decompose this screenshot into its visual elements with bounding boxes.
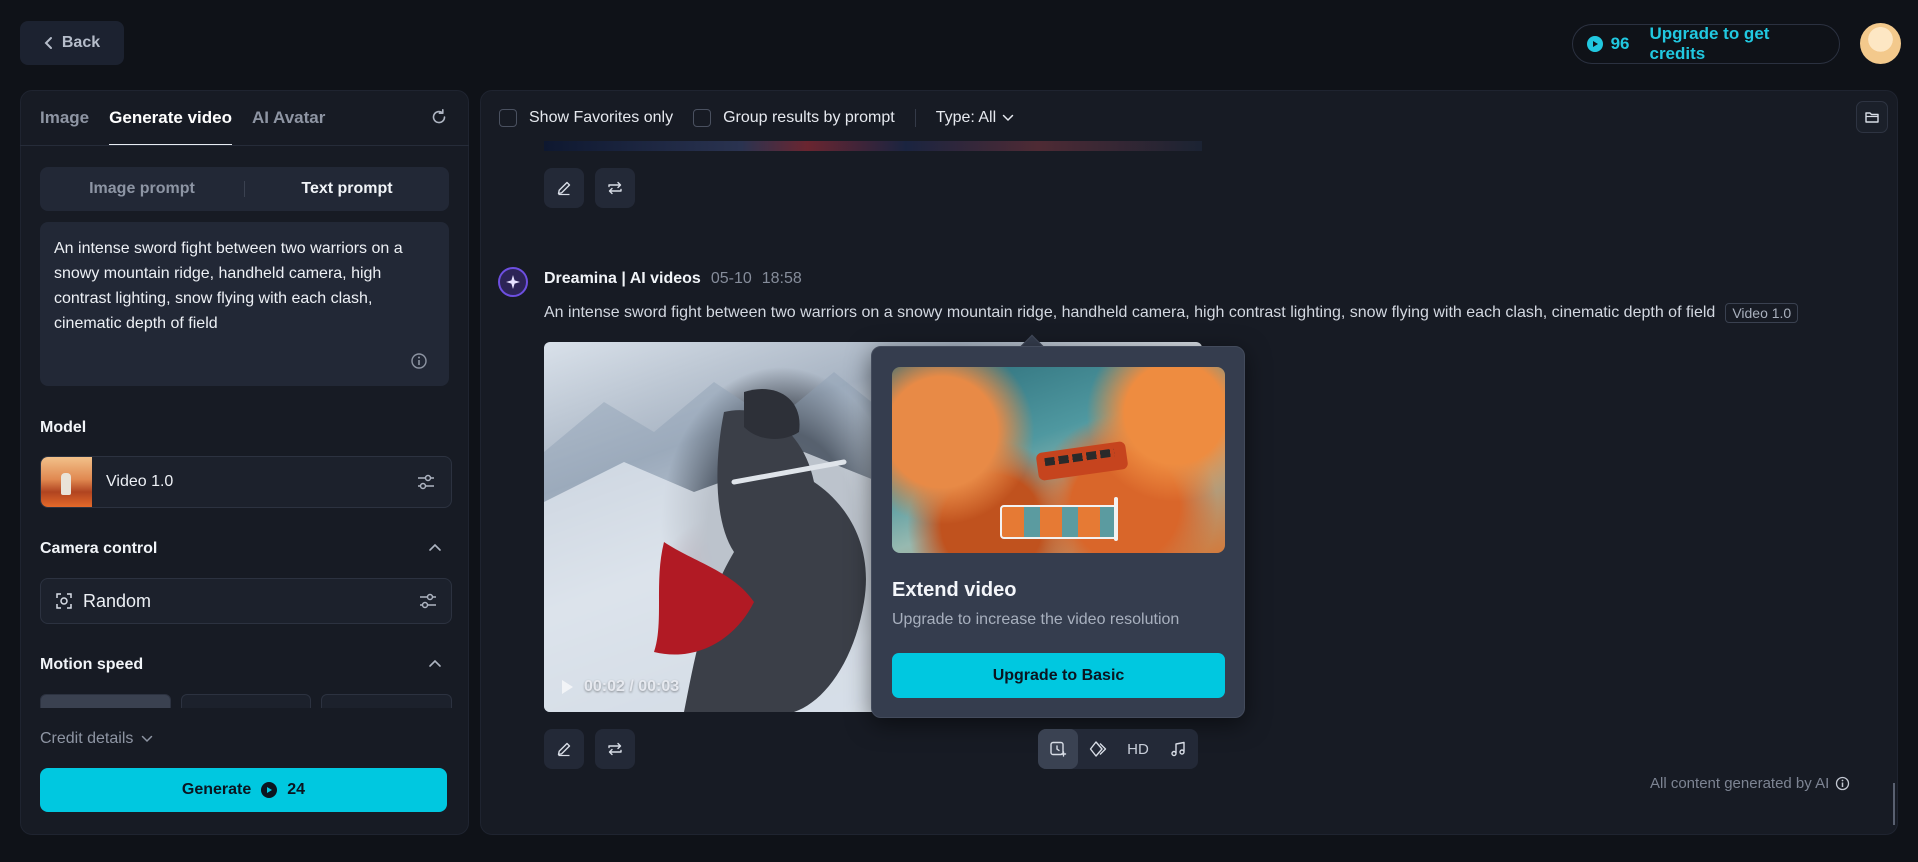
model-name: Video 1.0 (106, 473, 174, 490)
edit-button[interactable] (544, 168, 584, 208)
tab-image[interactable]: Image (40, 100, 89, 146)
popup-subtitle: Upgrade to increase the video resolution (892, 611, 1180, 628)
result-prompt-text: An intense sword fight between two warri… (544, 304, 1716, 321)
group-checkbox[interactable] (693, 109, 712, 127)
popup-title: Extend video (892, 579, 1017, 601)
filter-bar: Show Favorites only Group results by pro… (499, 106, 1014, 130)
info-icon[interactable] (410, 352, 428, 370)
edit-button[interactable] (544, 729, 584, 769)
favorites-checkbox[interactable] (499, 109, 517, 127)
result-date: 05-10 (710, 270, 752, 287)
add-audio-button[interactable] (1158, 729, 1198, 769)
extend-video-popup: Extend video Upgrade to increase the vid… (871, 346, 1245, 718)
extend-clock-icon (1049, 740, 1067, 758)
music-note-icon (1170, 741, 1186, 757)
filter-divider (914, 109, 916, 127)
play-icon[interactable] (560, 679, 574, 695)
video-actions (544, 729, 635, 769)
credit-coin-icon (1587, 36, 1603, 52)
generate-cost: 24 (287, 781, 306, 798)
tab-divider (20, 145, 469, 146)
model-selector[interactable]: Video 1.0 (40, 456, 452, 508)
mode-tabs: Image Generate video AI Avatar (40, 100, 325, 146)
prompt-input[interactable]: An intense sword fight between two warri… (40, 222, 449, 386)
model-tag: Video 1.0 (1725, 303, 1799, 323)
train-illustration (1035, 440, 1129, 482)
result-meta: Dreamina | AI videos 05-10 18:58 (544, 270, 802, 288)
credits-pill[interactable]: 96 Upgrade to get credits (1572, 24, 1840, 64)
chevron-up-icon[interactable] (428, 659, 442, 669)
sliders-icon[interactable] (417, 474, 435, 490)
folder-icon (1865, 111, 1879, 123)
tab-ai-avatar[interactable]: AI Avatar (252, 100, 325, 146)
video-controls: 00:02 / 00:03 (560, 678, 679, 696)
generate-label: Generate (181, 781, 252, 798)
back-button[interactable]: Back (20, 21, 124, 65)
previous-video-thumbnail[interactable] (544, 141, 1202, 151)
favorites-filter[interactable]: Show Favorites only (499, 109, 673, 127)
camera-focus-icon (55, 592, 73, 610)
image-prompt-option[interactable]: Image prompt (40, 180, 244, 198)
interpolate-button[interactable] (1078, 729, 1118, 769)
chevron-down-icon (1002, 114, 1014, 122)
result-prompt[interactable]: An intense sword fight between two warri… (544, 303, 1799, 323)
upgrade-link[interactable]: Upgrade to get credits (1649, 24, 1825, 64)
camera-control-selector[interactable]: Random (40, 578, 452, 624)
repeat-icon (607, 180, 623, 196)
result-time: 18:58 (761, 270, 802, 287)
upgrade-to-basic-button[interactable]: Upgrade to Basic (892, 653, 1225, 698)
video-tools: HD (1038, 729, 1198, 769)
model-thumbnail (41, 457, 92, 507)
speed-option-slow[interactable] (40, 694, 171, 708)
favorites-label: Show Favorites only (529, 109, 674, 126)
pencil-icon (556, 741, 572, 757)
tab-generate-video[interactable]: Generate video (109, 100, 232, 146)
group-filter[interactable]: Group results by prompt (693, 109, 895, 127)
type-dropdown[interactable]: Type: All (936, 109, 1014, 127)
credit-details-label: Credit details (40, 730, 134, 747)
speed-option-normal[interactable] (180, 694, 312, 708)
camera-control-label: Camera control (40, 540, 158, 557)
dreamina-logo-icon (498, 267, 528, 297)
hd-upscale-button[interactable]: HD (1118, 729, 1158, 769)
generate-button[interactable]: Generate 24 (40, 768, 447, 812)
model-label: Model (40, 419, 87, 436)
timeline-handle (1114, 497, 1118, 541)
sliders-icon[interactable] (419, 593, 437, 609)
group-label: Group results by prompt (723, 109, 895, 126)
credit-coin-icon (261, 782, 278, 798)
avatar[interactable] (1860, 23, 1901, 64)
diamond-frames-icon (1089, 740, 1107, 758)
previous-video-actions (544, 168, 635, 208)
timeline-strip (1000, 505, 1118, 539)
motion-speed-options (40, 694, 452, 708)
type-label: Type: All (935, 109, 997, 126)
camera-value: Random (83, 590, 152, 611)
motion-speed-label: Motion speed (40, 656, 144, 673)
scrollbar[interactable] (1893, 783, 1895, 825)
chevron-down-icon (141, 735, 153, 743)
folder-button[interactable] (1856, 101, 1888, 133)
chevron-up-icon[interactable] (428, 543, 442, 553)
pencil-icon (556, 180, 572, 196)
result-author: Dreamina | AI videos (544, 270, 701, 287)
repeat-icon (607, 741, 623, 757)
extend-video-preview (892, 367, 1225, 553)
back-label: Back (61, 34, 101, 51)
ai-content-note: All content generated by AI (1650, 775, 1850, 792)
ai-content-label: All content generated by AI (1650, 775, 1830, 792)
regenerate-button[interactable] (595, 729, 635, 769)
text-prompt-option[interactable]: Text prompt (245, 180, 449, 198)
speed-option-fast[interactable] (321, 694, 452, 708)
refresh-icon[interactable] (430, 108, 448, 126)
regenerate-button[interactable] (595, 168, 635, 208)
extend-video-button[interactable] (1038, 729, 1078, 769)
credits-count: 96 (1610, 34, 1630, 53)
credit-details-toggle[interactable]: Credit details (40, 730, 153, 748)
prompt-mode-toggle: Image prompt Text prompt (40, 167, 449, 211)
video-time: 00:02 / 00:03 (584, 678, 680, 695)
chevron-left-icon (44, 36, 54, 50)
info-icon[interactable] (1835, 776, 1850, 791)
